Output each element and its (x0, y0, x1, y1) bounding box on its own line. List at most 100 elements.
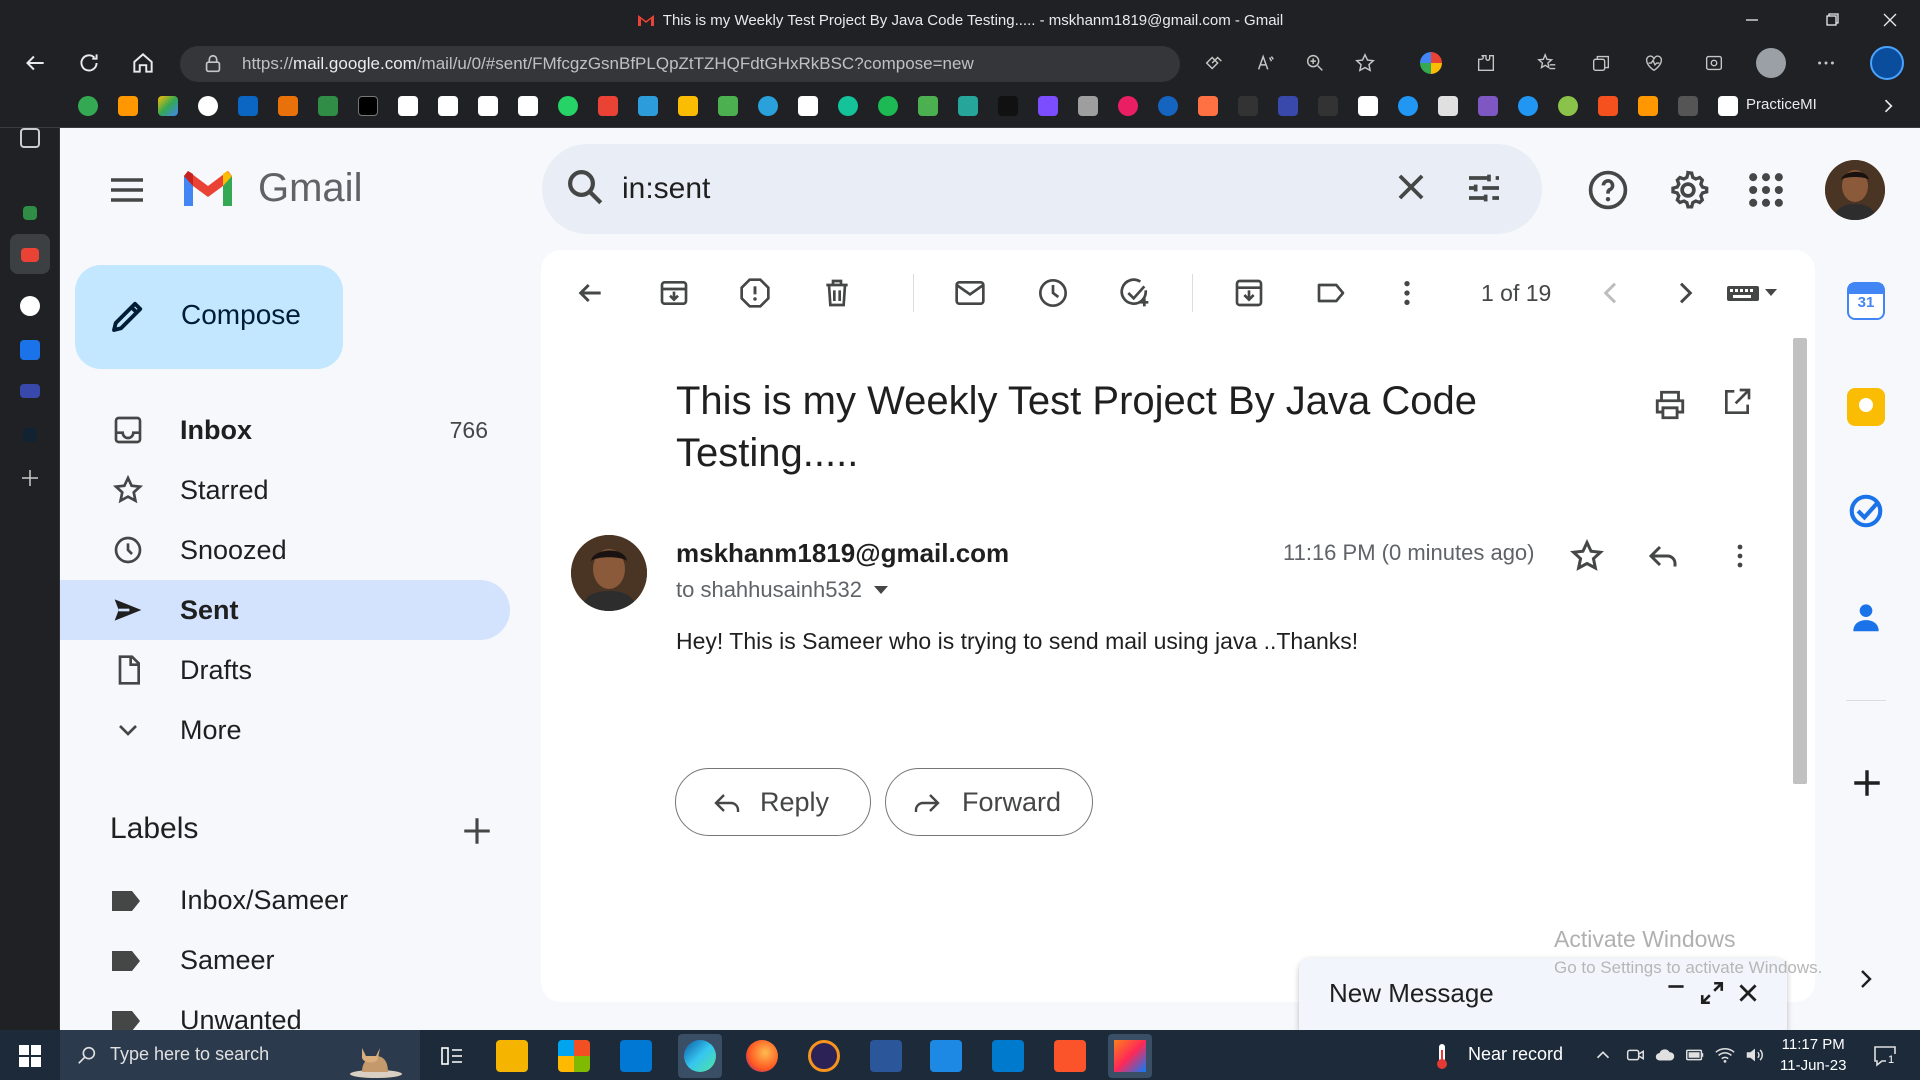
mark-unread-icon[interactable] (954, 277, 986, 309)
linkedin-icon[interactable] (238, 96, 258, 116)
bookmark-icon[interactable] (1118, 96, 1138, 116)
health-icon[interactable] (1643, 52, 1665, 74)
back-icon[interactable] (22, 50, 48, 76)
vscode-icon[interactable] (992, 1040, 1024, 1072)
input-tools-icon[interactable] (1725, 277, 1781, 309)
delete-icon[interactable] (821, 277, 853, 309)
bookmark-icon[interactable] (718, 96, 738, 116)
profile-icon[interactable] (1756, 48, 1786, 78)
practicemi-icon[interactable] (1718, 96, 1738, 116)
bookmark-icon[interactable] (958, 96, 978, 116)
bookmark-icon[interactable] (1318, 96, 1338, 116)
gmail-wordmark[interactable]: Gmail (258, 166, 362, 211)
geeksforgeeks-icon[interactable] (318, 96, 338, 116)
add-sidebar-icon[interactable] (20, 468, 40, 488)
archive-icon[interactable] (658, 277, 690, 309)
bookmark-icon[interactable] (918, 96, 938, 116)
open-new-window-icon[interactable] (1721, 386, 1753, 418)
bookmark-icon[interactable] (678, 96, 698, 116)
wifi-icon[interactable] (1714, 1044, 1736, 1066)
bookmark-icon[interactable] (1478, 96, 1498, 116)
nav-item-snoozed[interactable]: Snoozed (60, 520, 510, 580)
minimize-compose-icon[interactable] (1663, 980, 1689, 1006)
file-explorer-icon[interactable] (496, 1040, 528, 1072)
snooze-icon[interactable] (1037, 277, 1069, 309)
notification-center-icon[interactable]: 1 (1872, 1044, 1898, 1068)
keep-icon[interactable] (1847, 388, 1885, 426)
message-scrollbar[interactable] (1793, 338, 1807, 784)
bookmark-icon[interactable] (278, 96, 298, 116)
screenshot-icon[interactable] (1703, 52, 1725, 74)
back-to-list-icon[interactable] (574, 277, 606, 309)
chevron-right-icon[interactable] (1878, 96, 1898, 116)
bookmark-icon[interactable] (1278, 96, 1298, 116)
home-icon[interactable] (130, 50, 156, 76)
gmail-logo-icon[interactable] (180, 166, 236, 210)
forward-button[interactable]: Forward (885, 768, 1093, 836)
refresh-icon[interactable] (76, 50, 102, 76)
compose-button[interactable]: Compose (75, 265, 343, 369)
bookmark-icon[interactable] (398, 96, 418, 116)
report-spam-icon[interactable] (739, 277, 771, 309)
hide-side-panel-icon[interactable] (1856, 964, 1878, 994)
minimize-icon[interactable] (1740, 8, 1764, 32)
extensions-icon[interactable] (1475, 52, 1497, 74)
bookmark-icon[interactable] (1038, 96, 1058, 116)
gmail-bookmark-icon[interactable] (598, 96, 618, 116)
collections-icon[interactable] (1590, 52, 1612, 74)
chevron-up-icon[interactable] (1592, 1044, 1614, 1066)
bookmark-icon[interactable] (1638, 96, 1658, 116)
sidebar-app-icon[interactable] (23, 206, 37, 220)
app-available-icon[interactable] (1203, 52, 1225, 74)
close-compose-icon[interactable] (1735, 980, 1761, 1006)
sender-email[interactable]: mskhanm1819@gmail.com (676, 538, 1009, 569)
bookmark-icon[interactable] (1078, 96, 1098, 116)
sidebar-app-icon[interactable] (23, 428, 37, 442)
meet-now-icon[interactable] (1624, 1044, 1646, 1066)
task-view-icon[interactable] (436, 1040, 468, 1072)
weather-text[interactable]: Near record (1468, 1044, 1563, 1065)
taskbar-clock[interactable]: 11:17 PM 11-Jun-23 (1780, 1034, 1846, 1076)
nav-item-more[interactable]: More (60, 700, 510, 760)
reply-icon[interactable] (1645, 538, 1681, 574)
older-icon[interactable] (1669, 277, 1701, 309)
bookmark-icon[interactable] (798, 96, 818, 116)
print-icon[interactable] (1653, 388, 1687, 422)
microsoft-store-icon[interactable] (558, 1040, 590, 1072)
google-sidebar-icon[interactable] (20, 296, 40, 316)
nav-item-sent[interactable]: Sent (60, 580, 510, 640)
bookmark-icon[interactable] (878, 96, 898, 116)
apps-grid-icon[interactable] (1744, 168, 1788, 212)
bookmark-icon[interactable] (638, 96, 658, 116)
bookmark-icon[interactable] (1158, 96, 1178, 116)
restore-icon[interactable] (1820, 8, 1844, 32)
star-message-icon[interactable] (1569, 538, 1605, 574)
add-to-tasks-icon[interactable] (1119, 277, 1151, 309)
favorites-icon[interactable] (1536, 52, 1558, 74)
search-icon[interactable] (564, 166, 606, 208)
recipient-details-caret-icon[interactable] (873, 586, 888, 594)
edge-browser-taskbar-button[interactable] (678, 1034, 722, 1078)
move-to-icon[interactable] (1233, 277, 1265, 309)
newer-icon[interactable] (1595, 277, 1627, 309)
fullscreen-compose-icon[interactable] (1699, 980, 1725, 1006)
volume-icon[interactable] (1744, 1044, 1766, 1066)
terminal-icon[interactable] (358, 96, 378, 116)
bookmark-icon[interactable] (1398, 96, 1418, 116)
address-bar[interactable]: https://mail.google.com/mail/u/0/#sent/F… (180, 46, 1180, 82)
nav-item-drafts[interactable]: Drafts (60, 640, 510, 700)
favorite-star-icon[interactable] (1354, 52, 1376, 74)
bookmark-label[interactable]: PracticeMI (1746, 96, 1817, 113)
bookmark-icon[interactable] (1558, 96, 1578, 116)
account-avatar[interactable] (1825, 160, 1885, 220)
nav-item-inbox[interactable]: Inbox 766 (60, 400, 510, 460)
bookmark-icon[interactable] (1678, 96, 1698, 116)
search-input[interactable]: in:sent (622, 172, 710, 206)
message-more-icon[interactable] (1727, 538, 1753, 574)
bookmark-icon[interactable] (998, 96, 1018, 116)
google-drive-icon[interactable] (158, 96, 178, 116)
bookmark-icon[interactable] (438, 96, 458, 116)
lock-icon[interactable] (202, 53, 224, 75)
calendar-icon[interactable]: 31 (1847, 282, 1885, 320)
help-icon[interactable] (1586, 168, 1630, 212)
